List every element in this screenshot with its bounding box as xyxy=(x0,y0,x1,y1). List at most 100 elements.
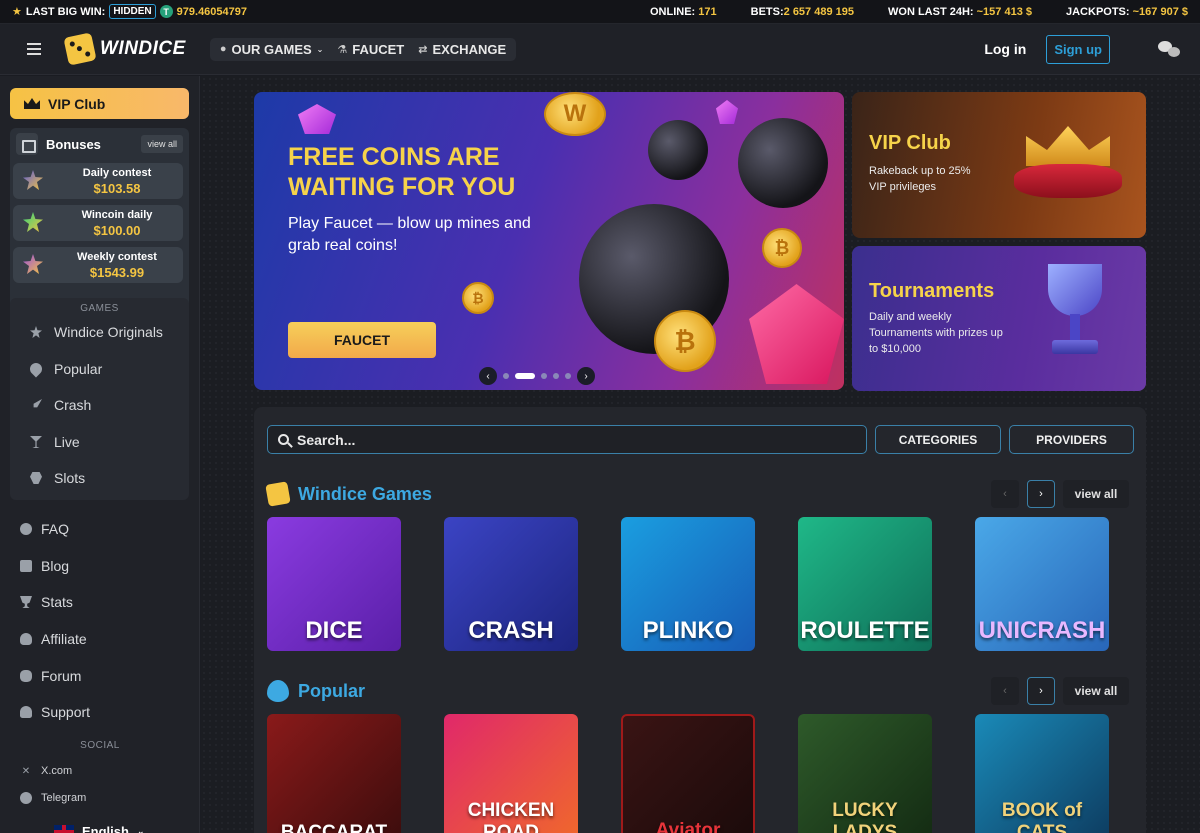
sidebar-item-live[interactable]: Live xyxy=(30,434,80,450)
sidebar-item-forum[interactable]: Forum xyxy=(20,668,81,684)
logo-text: WINDICE xyxy=(100,38,186,59)
nav-faucet[interactable]: ⚗ FAUCET xyxy=(337,42,404,57)
categories-button[interactable]: CATEGORIES xyxy=(875,425,1001,454)
headset-icon xyxy=(20,706,32,718)
gamepad-icon: ● xyxy=(219,43,227,55)
section-title: Popular xyxy=(298,680,366,701)
last-big-win-amount: 979.46054797 xyxy=(176,5,248,18)
social-x[interactable]: ✕ X.com xyxy=(20,765,72,777)
chevron-right-icon[interactable]: › xyxy=(577,367,595,385)
sidebar-item-stats[interactable]: Stats xyxy=(20,594,73,610)
chevron-left-icon[interactable]: ‹ xyxy=(991,677,1019,705)
game-tile-plinko[interactable]: PLINKO xyxy=(621,517,755,651)
hero-banner[interactable]: W ₿ ₿ ₿ FREE COINS ARE WAITING FOR YOU P… xyxy=(254,92,844,390)
carousel-dot[interactable] xyxy=(565,373,571,379)
game-tile-aviator[interactable]: Aviator xyxy=(621,714,755,833)
main-nav: ● OUR GAMES ⌄ ⚗ FAUCET ⇄ EXCHANGE xyxy=(209,37,517,61)
bomb-image xyxy=(738,118,828,208)
tether-icon: T xyxy=(159,5,173,18)
game-tile-baccarat[interactable]: BACCARAT xyxy=(267,714,401,833)
star-icon xyxy=(30,326,42,338)
main-content: W ₿ ₿ ₿ FREE COINS ARE WAITING FOR YOU P… xyxy=(201,76,1200,833)
sidebar-item-popular[interactable]: Popular xyxy=(27,360,102,378)
language-select[interactable]: English ⌄ xyxy=(54,824,145,833)
game-tile-unicrash[interactable]: UNICRASH xyxy=(975,517,1109,651)
chat-icon[interactable] xyxy=(1158,41,1180,57)
vip-promo-description: Rakeback up to 25% VIP privileges xyxy=(869,165,971,193)
bonus-wincoin-daily[interactable]: Wincoin daily $100.00 xyxy=(13,205,183,241)
carousel-dot[interactable] xyxy=(541,373,547,379)
x-icon: ✕ xyxy=(21,765,31,777)
game-tile-lucky-ladys[interactable]: LUCKY LADYS xyxy=(798,714,932,833)
carousel-dot[interactable] xyxy=(503,373,509,379)
logo[interactable]: WINDICE xyxy=(63,32,186,66)
search-icon xyxy=(278,434,289,445)
vip-club-promo[interactable]: VIP Club Rakeback up to 25% VIP privileg… xyxy=(852,92,1146,238)
providers-button[interactable]: PROVIDERS xyxy=(1009,425,1134,454)
bonus-daily-contest[interactable]: Daily contest $103.58 xyxy=(13,163,183,199)
chevron-left-icon[interactable]: ‹ xyxy=(991,480,1019,508)
sidebar-item-affiliate[interactable]: Affiliate xyxy=(20,631,87,647)
chevron-left-icon[interactable]: ‹ xyxy=(479,367,497,385)
site-stats: ONLINE: 171 BETS:2 657 489 195 WON LAST … xyxy=(650,6,1188,18)
sidebar-item-blog[interactable]: Blog xyxy=(20,558,69,574)
bonuses-view-all[interactable]: view all xyxy=(141,135,183,153)
chevron-right-icon[interactable]: › xyxy=(1027,677,1055,705)
coin-image: ₿ xyxy=(762,228,802,268)
view-all-button[interactable]: view all xyxy=(1063,480,1129,508)
fire-icon xyxy=(267,680,289,702)
menu-icon[interactable] xyxy=(27,43,41,55)
rocket-icon xyxy=(33,399,42,408)
popular-header: Popular xyxy=(267,680,365,702)
stat-won-24h: WON LAST 24H: ~157 413 $ xyxy=(888,5,1032,18)
games-label: GAMES xyxy=(80,303,119,314)
sidebar-item-slots[interactable]: Slots xyxy=(30,470,85,486)
crown-image xyxy=(1008,120,1128,210)
trophy-icon xyxy=(20,596,32,608)
sidebar-item-faq[interactable]: FAQ xyxy=(20,521,69,537)
games-menu: GAMES Windice Originals Popular Crash Li… xyxy=(10,298,189,500)
sidebar-item-windice-originals[interactable]: Windice Originals xyxy=(30,324,163,340)
vip-club-button[interactable]: VIP Club xyxy=(10,88,189,119)
tournaments-promo-title: Tournaments xyxy=(869,280,995,302)
nav-our-games[interactable]: ● OUR GAMES ⌄ xyxy=(220,42,324,57)
game-tile-book-of-cats[interactable]: BOOK of CATS xyxy=(975,714,1109,833)
hero-title: FREE COINS ARE WAITING FOR YOU xyxy=(288,143,516,201)
star-icon xyxy=(23,170,43,190)
game-tile-crash[interactable]: CRASH xyxy=(444,517,578,651)
bonus-weekly-contest[interactable]: Weekly contest $1543.99 xyxy=(13,247,183,283)
nav-exchange[interactable]: ⇄ EXCHANGE xyxy=(418,42,506,57)
question-icon xyxy=(20,523,32,535)
search-input[interactable]: Search... xyxy=(267,425,867,454)
hidden-badge: HIDDEN xyxy=(109,4,156,19)
login-button[interactable]: Log in xyxy=(984,41,1026,57)
gift-icon xyxy=(16,133,38,155)
sidebar-item-crash[interactable]: Crash xyxy=(30,397,91,413)
signup-button[interactable]: Sign up xyxy=(1046,34,1110,64)
bonuses-title: Bonuses xyxy=(46,136,101,152)
carousel-dot-active[interactable] xyxy=(515,373,535,379)
game-tile-roulette[interactable]: ROULETTE xyxy=(798,517,932,651)
section-title: Windice Games xyxy=(298,483,432,504)
coin-image: ₿ xyxy=(654,310,716,372)
last-big-win: ★ LAST BIG WIN: HIDDEN T 979.46054797 xyxy=(12,4,247,19)
sidebar-item-support[interactable]: Support xyxy=(20,704,90,720)
exchange-icon: ⇄ xyxy=(418,43,428,56)
flask-icon: ⚗ xyxy=(337,43,348,56)
game-tile-chicken-road[interactable]: CHICKEN ROAD xyxy=(444,714,578,833)
stat-jackpots: JACKPOTS: ~167 907 $ xyxy=(1066,5,1188,18)
slots-icon xyxy=(30,472,42,484)
view-all-button[interactable]: view all xyxy=(1063,677,1129,705)
chevron-right-icon[interactable]: › xyxy=(1027,480,1055,508)
carousel-dot[interactable] xyxy=(553,373,559,379)
last-big-win-label: LAST BIG WIN: xyxy=(25,5,106,18)
stat-online: ONLINE: 171 xyxy=(649,5,717,18)
social-telegram[interactable]: Telegram xyxy=(20,792,86,804)
game-tile-dice[interactable]: DICE xyxy=(267,517,401,651)
users-icon xyxy=(20,633,32,645)
windice-games-header: Windice Games xyxy=(265,481,432,507)
star-icon xyxy=(23,212,43,232)
tournaments-promo[interactable]: Tournaments Daily and weekly Tournaments… xyxy=(852,246,1146,391)
faucet-button[interactable]: FAUCET xyxy=(288,322,436,358)
chevron-down-icon: ⌄ xyxy=(136,826,145,833)
